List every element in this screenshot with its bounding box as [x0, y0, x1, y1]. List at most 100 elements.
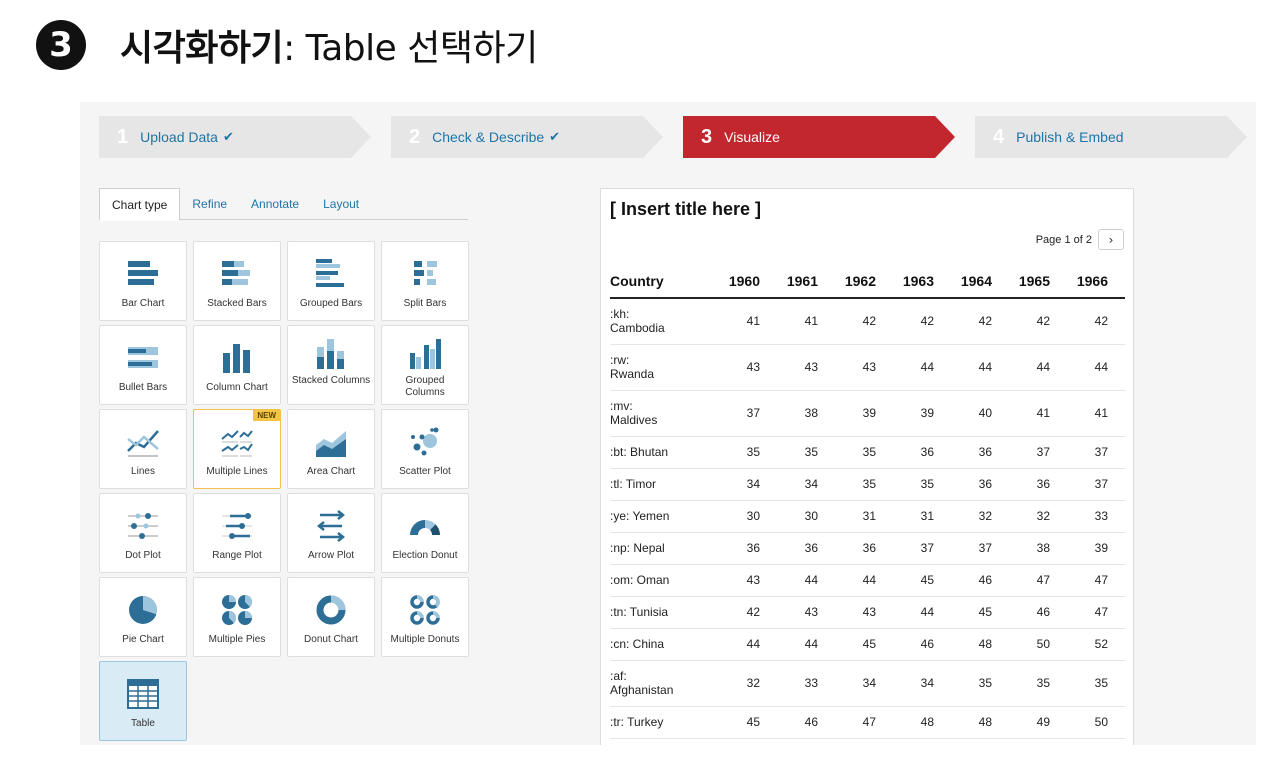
chart-type-grid: Bar Chart Stacked Bars Grouped Bars Spli…	[99, 241, 469, 741]
column-header-country: Country	[610, 265, 702, 299]
chevron-right-icon: ›	[1108, 232, 1114, 247]
tile-label: Table	[131, 718, 155, 729]
step-upload-data[interactable]: 1 Upload Data ✔	[99, 116, 371, 158]
value-cell: 42	[992, 298, 1050, 345]
chart-type-table[interactable]: Table	[99, 661, 187, 741]
table-row: :kh: Cambodia4141424242424242	[610, 298, 1125, 345]
tile-label: Dot Plot	[125, 550, 161, 561]
slide-title: 시각화하기: Table 선택하기	[120, 19, 538, 71]
chart-type-donut-chart[interactable]: Donut Chart	[287, 577, 375, 657]
chart-type-range-plot[interactable]: Range Plot	[193, 493, 281, 573]
tile-label: Stacked Columns	[291, 375, 371, 386]
tab-annotate[interactable]: Annotate	[239, 188, 311, 220]
value-cell: 37	[876, 532, 934, 565]
tile-label: Grouped Columns	[405, 375, 445, 398]
chart-title[interactable]: [ Insert title here ]	[610, 199, 761, 220]
chart-type-grouped-bars[interactable]: Grouped Bars	[287, 241, 375, 321]
value-cell: 50	[992, 628, 1050, 661]
step-publish-embed[interactable]: 4 Publish & Embed	[975, 116, 1247, 158]
table-row: :ye: Yemen3030313132323333	[610, 500, 1125, 533]
value-cell: 44	[992, 344, 1050, 391]
value-cell: 42	[1108, 298, 1125, 345]
value-cell: 43	[702, 564, 760, 597]
step-visualize[interactable]: 3 Visualize	[683, 116, 955, 158]
value-cell: 44	[760, 564, 818, 597]
dot-plot-icon	[128, 513, 158, 539]
column-header-year: 1966	[1050, 265, 1108, 299]
tile-label: Donut Chart	[304, 634, 358, 645]
value-cell: 33	[760, 660, 818, 707]
value-cell: 42	[1108, 390, 1125, 437]
value-cell: 47	[1050, 596, 1108, 629]
chart-type-dot-plot[interactable]: Dot Plot	[99, 493, 187, 573]
checkmark-icon: ✔	[549, 129, 561, 145]
step-check-describe[interactable]: 2 Check & Describe ✔	[391, 116, 663, 158]
chart-type-scatter-plot[interactable]: Scatter Plot	[381, 409, 469, 489]
column-header-year: 1963	[876, 265, 934, 299]
value-cell: 48	[934, 706, 992, 739]
chart-type-bullet-bars[interactable]: Bullet Bars	[99, 325, 187, 405]
value-cell: 48	[934, 628, 992, 661]
area-chart-icon	[316, 431, 346, 457]
stacked-columns-icon	[317, 339, 344, 369]
column-header-year: 1961	[760, 265, 818, 299]
chart-type-split-bars[interactable]: Split Bars	[381, 241, 469, 321]
checkmark-icon: ✔	[222, 129, 234, 145]
value-cell: 44	[1050, 344, 1108, 391]
column-header-year: 1962	[818, 265, 876, 299]
tab-chart-type[interactable]: Chart type	[99, 188, 181, 221]
value-cell: 48	[1108, 596, 1125, 629]
value-cell: 43	[818, 596, 876, 629]
country-cell: :tr: Turkey	[610, 706, 702, 739]
chart-type-lines[interactable]: Lines	[99, 409, 187, 489]
value-cell: 44	[876, 344, 934, 391]
value-cell: 38	[992, 532, 1050, 565]
chart-type-multiple-donuts[interactable]: Multiple Donuts	[381, 577, 469, 657]
country-cell: :kh: Cambodia	[610, 298, 702, 345]
value-cell: 39	[1050, 532, 1108, 565]
chart-type-area-chart[interactable]: Area Chart	[287, 409, 375, 489]
value-cell: 43	[760, 596, 818, 629]
value-cell: 34	[702, 468, 760, 501]
split-bars-icon	[414, 261, 437, 285]
chart-type-multiple-lines[interactable]: NEW Multiple Lines	[193, 409, 281, 489]
tile-label: Bar Chart	[121, 298, 165, 309]
chart-type-column-chart[interactable]: Column Chart	[193, 325, 281, 405]
value-cell: 39	[876, 390, 934, 437]
tile-label: Area Chart	[306, 466, 356, 477]
value-cell: 52	[1050, 628, 1108, 661]
value-cell: 42	[702, 596, 760, 629]
chart-type-bar-chart[interactable]: Bar Chart	[99, 241, 187, 321]
step-label: Upload Data	[140, 129, 218, 145]
value-cell: 41	[702, 298, 760, 345]
chart-type-stacked-bars[interactable]: Stacked Bars	[193, 241, 281, 321]
chart-type-pie-chart[interactable]: Pie Chart	[99, 577, 187, 657]
value-cell: 35	[760, 436, 818, 469]
grouped-bars-icon	[316, 259, 344, 287]
chart-type-grouped-columns[interactable]: Grouped Columns	[381, 325, 469, 405]
table-row: :tr: Turkey4546474848495051	[610, 706, 1125, 739]
country-cell: :bt: Bhutan	[610, 436, 702, 469]
tile-label: Multiple Pies	[208, 634, 266, 645]
column-header-year: 1964	[934, 265, 992, 299]
value-cell: 33	[1108, 500, 1125, 533]
value-cell: 43	[818, 344, 876, 391]
country-cell: :af: Afghanistan	[610, 660, 702, 707]
value-cell: 35	[1050, 660, 1108, 707]
chart-type-multiple-pies[interactable]: Multiple Pies	[193, 577, 281, 657]
chart-type-election-donut[interactable]: Election Donut	[381, 493, 469, 573]
value-cell: 35	[702, 436, 760, 469]
step-label: Visualize	[724, 129, 780, 145]
value-cell: 34	[876, 660, 934, 707]
next-page-button[interactable]: ›	[1098, 229, 1124, 250]
value-cell: 39	[818, 390, 876, 437]
tile-label: Scatter Plot	[399, 466, 451, 477]
table-row: :tl: Timor3434353536363737	[610, 468, 1125, 501]
step-number: 1	[117, 125, 129, 148]
tab-refine[interactable]: Refine	[180, 188, 239, 220]
chart-type-stacked-columns[interactable]: Stacked Columns	[287, 325, 375, 405]
chart-type-arrow-plot[interactable]: Arrow Plot	[287, 493, 375, 573]
table-pager: Page 1 of 2 ›	[1036, 229, 1124, 250]
value-cell: 32	[934, 500, 992, 533]
tab-layout[interactable]: Layout	[311, 188, 371, 220]
